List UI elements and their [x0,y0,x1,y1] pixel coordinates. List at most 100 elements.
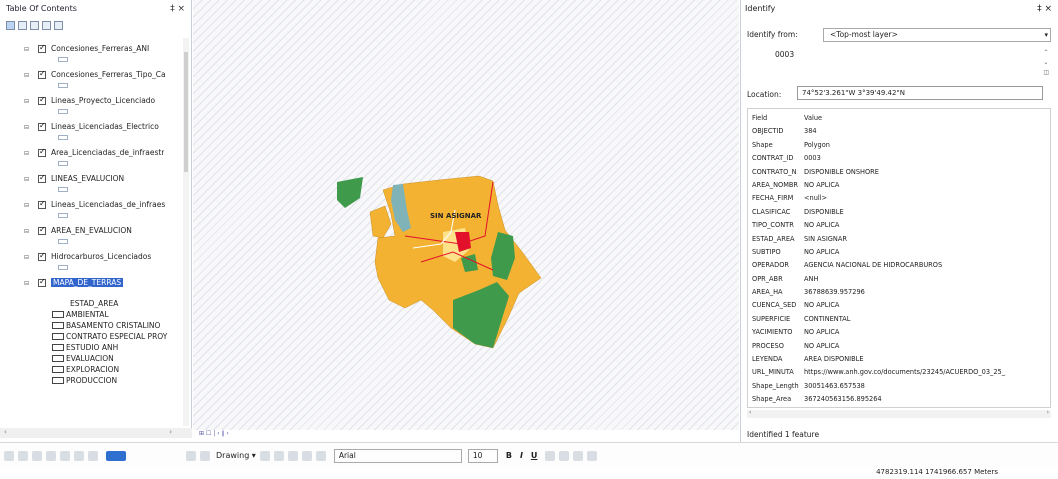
font-name-select[interactable]: Arial [333,448,462,463]
attribute-row[interactable]: SUBTIPO NO APLICA [748,246,1050,259]
legend-item[interactable]: CONTRATO ESPECIAL PROY [0,331,184,342]
attribute-row[interactable]: URL_MINUTA https://www.anh.gov.co/documen… [748,366,1050,379]
collapse-icon[interactable]: ⊟ [24,98,29,105]
list-by-drawing-order-icon[interactable] [6,20,15,30]
layer-visibility-checkbox[interactable] [38,147,46,157]
bold-button[interactable]: B [506,451,512,460]
toc-layer[interactable]: ⊟ LINEAS_EVALUCION [0,168,184,194]
attribute-row[interactable]: PROCESO NO APLICA [748,340,1050,353]
select-elements-icon[interactable] [259,450,270,461]
attribute-row[interactable]: TIPO_CONTR NO APLICA [748,219,1050,232]
map-polygon-green-northwest[interactable] [337,177,363,208]
map-view[interactable]: SIN ASIGNAR [193,0,739,430]
attribute-row[interactable]: Shape_Length 30051463.657538 [748,380,1050,393]
layer-visibility-checkbox[interactable] [38,95,46,105]
layer-name[interactable]: MAPA_DE_TERRAS [51,278,124,287]
attribute-row[interactable]: OPERADOR AGENCIA NACIONAL DE HIDROCARBURO… [748,259,1050,272]
measure-icon[interactable] [200,450,210,461]
identify-horizontal-scrollbar[interactable]: ‹ › [747,409,1051,418]
layer-visibility-checkbox[interactable] [38,173,46,183]
drawing-menu[interactable]: Drawing ▾ [216,451,256,460]
layer-visibility-checkbox[interactable] [38,199,46,209]
identify-result-item[interactable]: 0003 [775,50,794,59]
list-by-selection-icon[interactable] [42,20,51,30]
zoom-out-icon[interactable] [18,450,28,461]
collapse-icon[interactable]: ⊟ [24,176,29,183]
layout-tool-icon[interactable] [106,450,126,461]
location-field[interactable]: 74°52'3.261"W 3°39'49.42"N [797,86,1043,100]
layer-name[interactable]: Concesiones_Ferreras_Tipo_Ca [51,70,166,79]
toc-horizontal-scrollbar[interactable]: ‹ › [0,428,192,438]
attribute-row[interactable]: OPR_ABR ANH [748,273,1050,286]
attribute-row[interactable]: AREA_HA 36788639.957296 [748,286,1050,299]
toc-layer[interactable]: ⊟ MAPA_DE_TERRAS [0,272,184,298]
layer-name[interactable]: Lineas_Licenciadas_de_infraes [51,200,165,209]
rectangle-tool-icon[interactable] [287,450,298,461]
attribute-row[interactable]: Shape_Area 367240563156.895264 [748,393,1050,406]
layer-name[interactable]: Hidrocarburos_Licenciados [51,252,151,261]
collapse-icon[interactable]: ⊟ [24,202,29,209]
collapse-icon[interactable]: ⊟ [24,254,29,261]
layer-name[interactable]: AREA_EN_EVALUCION [51,226,132,235]
collapse-icon[interactable]: ⊟ [24,150,29,157]
attribute-row[interactable]: SUPERFICIE CONTINENTAL [748,313,1050,326]
layer-name[interactable]: Lineas_Licenciadas_Electrico [51,122,159,131]
underline-button[interactable]: U [531,451,538,460]
attribute-row[interactable]: AREA_NOMBR NO APLICA [748,179,1050,192]
legend-item[interactable]: EXPLORACION [0,364,184,375]
layer-name[interactable]: Area_Licenciadas_de_infraestr [51,148,164,157]
attribute-row[interactable]: CONTRAT_ID 0003 [748,152,1050,165]
identify-results-tree[interactable]: 0003 ⌃ ⌄ ◫ [747,48,1053,78]
line-color-icon[interactable] [573,450,584,461]
list-by-visibility-icon[interactable] [30,20,39,30]
layer-visibility-checkbox[interactable] [38,225,46,235]
toc-layer[interactable]: ⊟ Concesiones_Ferreras_Tipo_Ca [0,64,184,90]
toc-vertical-scrollbar[interactable] [183,38,189,426]
collapse-icon[interactable]: ⊟ [24,228,29,235]
layer-visibility-checkbox[interactable] [38,277,46,287]
list-by-source-icon[interactable] [18,20,27,30]
toc-layer[interactable]: ⊟ Hidrocarburos_Licenciados [0,246,184,272]
scroll-right-icon[interactable]: › [169,428,172,436]
scroll-left-icon[interactable]: ‹ [4,428,7,436]
scroll-left-icon[interactable]: ‹ [749,409,751,416]
collapse-icon[interactable]: ⊟ [24,72,29,79]
scroll-right-icon[interactable]: › [1047,409,1049,416]
layer-name[interactable]: Lineas_Proyecto_Licenciado [51,96,155,105]
legend-item[interactable]: EVALUACION [0,353,184,364]
attribute-row[interactable]: LEYENDA AREA DISPONIBLE [748,353,1050,366]
attribute-row[interactable]: FECHA_FIRM <null> [748,192,1050,205]
legend-item[interactable]: AMBIENTAL [0,309,184,320]
callout-icon[interactable] [315,450,326,461]
toc-layer[interactable]: ⊟ Lineas_Licenciadas_de_infraes [0,194,184,220]
identify-pin-close-icon[interactable]: ‡ × [1037,0,1052,18]
select-features-icon[interactable] [88,450,98,461]
toc-pin-close-icon[interactable]: ‡ × [170,0,185,18]
pan-icon[interactable] [32,450,42,461]
collapse-icon[interactable]: ⊟ [24,280,29,287]
legend-item[interactable]: PRODUCCION [0,375,184,386]
italic-button[interactable]: I [520,451,523,460]
previous-extent-icon[interactable] [60,450,70,461]
map-polygon-small-left[interactable] [369,205,392,239]
attribute-row[interactable]: Shape Polygon [748,139,1050,152]
font-size-select[interactable]: 10 [467,448,498,463]
attribute-row[interactable]: CLASIFICAC DISPONIBLE [748,206,1050,219]
text-tool-icon[interactable] [301,450,312,461]
attribute-row[interactable]: CONTRATO_N DISPONIBLE ONSHORE [748,166,1050,179]
attribute-row[interactable]: OBJECTID 384 [748,125,1050,138]
map-navigation-bar[interactable]: ⊞ ☐ | ‹ ∥ › [193,430,739,440]
legend-item[interactable]: BASAMENTO CRISTALINO [0,320,184,331]
fill-color-icon[interactable] [559,450,570,461]
next-extent-icon[interactable] [74,450,84,461]
identify-from-select[interactable]: <Top-most layer> ▾ [823,28,1051,42]
legend-item[interactable]: ESTUDIO ANH [0,342,184,353]
layer-visibility-checkbox[interactable] [38,121,46,131]
toc-layer[interactable]: ⊟ Lineas_Licenciadas_Electrico [0,116,184,142]
zoom-in-icon[interactable] [4,450,14,461]
attribute-row[interactable]: CUENCA_SED NO APLICA [748,299,1050,312]
attribute-row[interactable]: YACIMIENTO NO APLICA [748,326,1050,339]
layer-name[interactable]: Concesiones_Ferreras_ANI [51,44,149,53]
toc-layer[interactable]: ⊟ Concesiones_Ferreras_ANI [0,38,184,64]
tree-scroll-icon[interactable]: ⌃ ⌄ ◫ [1043,48,1049,78]
